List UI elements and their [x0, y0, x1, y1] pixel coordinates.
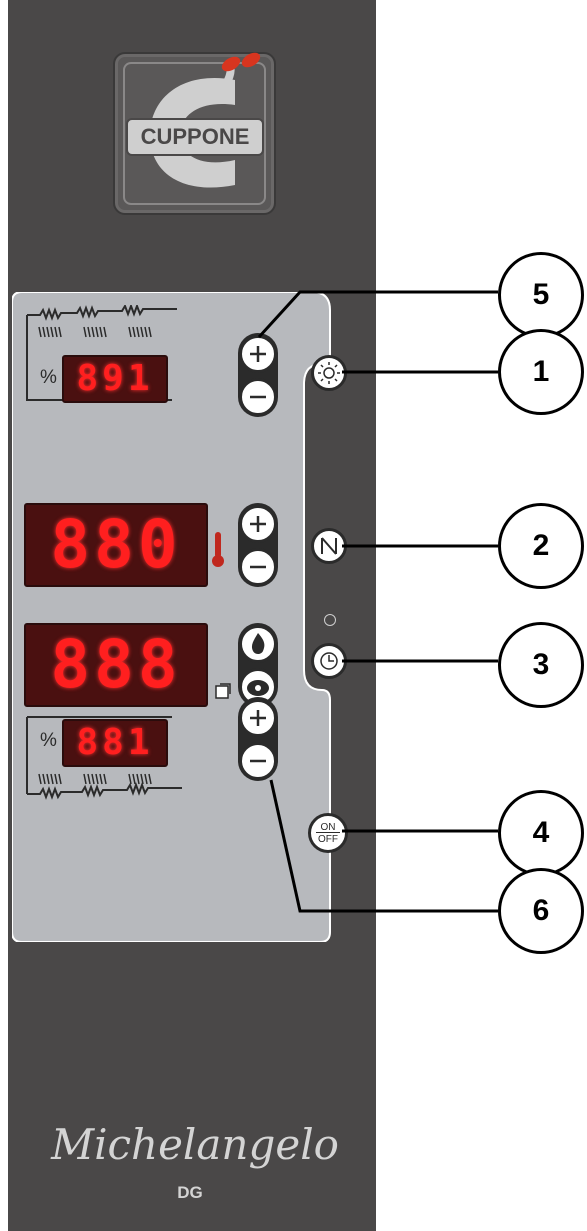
callout-3: 3 [498, 622, 584, 708]
callout-2: 2 [498, 503, 584, 589]
callout-4: 4 [498, 790, 584, 876]
model-variant: DG [177, 1183, 203, 1202]
callout-1: 1 [498, 329, 584, 415]
callout-5: 5 [498, 252, 584, 338]
model-name: Michelangelo [51, 1120, 339, 1169]
callout-6: 6 [498, 868, 584, 954]
callout-lines [257, 290, 498, 913]
